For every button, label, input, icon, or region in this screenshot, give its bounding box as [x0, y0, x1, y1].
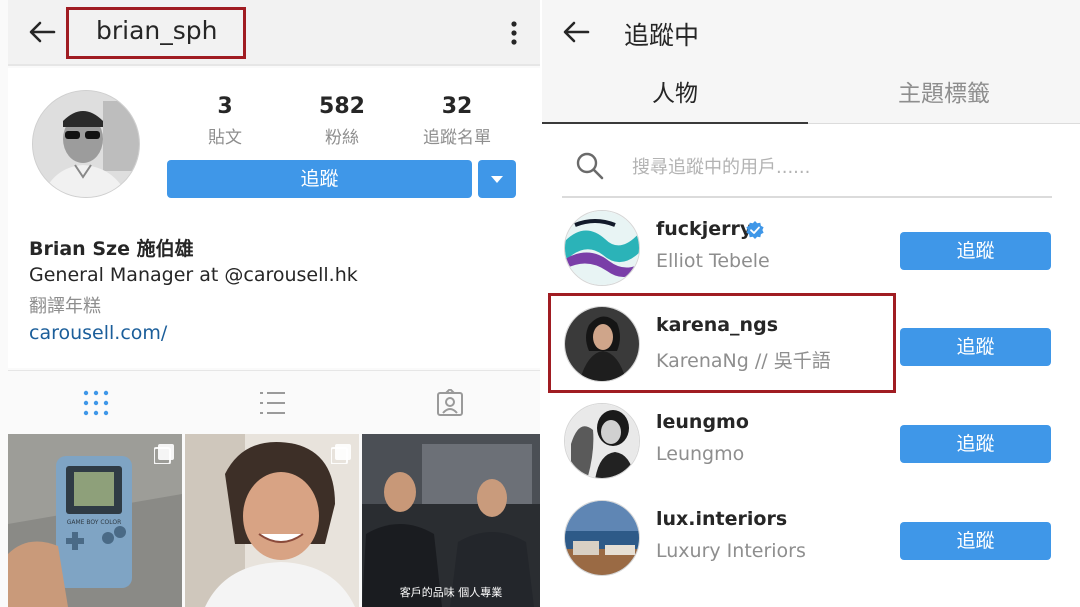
back-arrow-icon[interactable] — [562, 20, 590, 44]
user-full-name: Luxury Interiors — [656, 540, 806, 562]
post-thumbnail-1[interactable]: GAME BOY COLOR — [8, 434, 182, 607]
stat-posts-value: 3 — [217, 94, 233, 119]
follow-button[interactable]: 追蹤 — [900, 328, 1051, 366]
following-row[interactable]: leungmo Leungmo 追蹤 — [542, 393, 1080, 489]
user-avatar[interactable] — [564, 210, 640, 286]
gameboy-label: GAME BOY COLOR — [67, 519, 122, 526]
grid-icon[interactable] — [82, 389, 110, 417]
search-icon — [576, 152, 604, 180]
back-arrow-icon[interactable] — [28, 20, 56, 44]
stat-following-label: 追蹤名單 — [423, 128, 491, 148]
stat-following[interactable]: 32 追蹤名單 — [402, 94, 512, 148]
list-icon[interactable] — [258, 389, 286, 417]
tab-people[interactable]: 人物 — [542, 64, 808, 124]
verified-badge-icon — [746, 221, 764, 239]
multiple-photos-icon — [331, 444, 351, 464]
following-row[interactable]: lux.interiors Luxury Interiors 追蹤 — [542, 490, 1080, 586]
row-highlight-box — [548, 293, 896, 393]
stat-posts-label: 貼文 — [208, 128, 242, 148]
search-bar — [562, 142, 1052, 198]
username-highlight-box — [66, 7, 246, 59]
bw-avatar-image — [565, 404, 639, 478]
panel-divider — [540, 0, 542, 607]
multiple-photos-icon — [154, 444, 174, 464]
profile-view-tabs — [8, 370, 540, 432]
stat-followers[interactable]: 582 粉絲 — [287, 94, 397, 148]
chevron-down-icon — [491, 176, 503, 183]
follow-button[interactable]: 追蹤 — [900, 522, 1051, 560]
user-handle[interactable]: lux.interiors — [656, 508, 787, 530]
abstract-avatar-image — [565, 211, 639, 285]
stat-followers-label: 粉絲 — [325, 128, 359, 148]
post-thumbnail-2[interactable] — [185, 434, 359, 607]
tv-interview-photo: 客戶的品味 個人專業 — [362, 434, 540, 607]
bio-full-name: Brian Sze 施伯雄 — [29, 238, 194, 260]
video-caption: 客戶的品味 個人專業 — [400, 585, 503, 599]
user-handle[interactable]: fuckjerry — [656, 218, 752, 240]
profile-info: 3 貼文 582 粉絲 32 追蹤名單 追蹤 Brian Sze 施伯雄 Gen… — [8, 68, 540, 368]
user-avatar[interactable] — [564, 500, 640, 576]
search-input[interactable] — [632, 150, 1032, 184]
following-panel: 追蹤中 人物 主題標籤 fuckjerry — [542, 0, 1080, 607]
stat-followers-value: 582 — [319, 94, 365, 119]
interior-avatar-image — [565, 501, 639, 575]
follow-button[interactable]: 追蹤 — [900, 232, 1051, 270]
profile-panel: brian_sph 3 貼文 582 粉絲 32 追蹤名單 追蹤 Brian S… — [0, 0, 540, 607]
user-full-name: Leungmo — [656, 443, 745, 465]
tagged-icon[interactable] — [436, 389, 464, 417]
screenshot-root: brian_sph 3 貼文 582 粉絲 32 追蹤名單 追蹤 Brian S… — [0, 0, 1080, 607]
bio-website-link[interactable]: carousell.com/ — [29, 322, 167, 344]
tab-hashtags[interactable]: 主題標籤 — [808, 64, 1080, 124]
following-row[interactable]: fuckjerry Elliot Tebele 追蹤 — [542, 200, 1080, 296]
profile-avatar[interactable] — [32, 90, 140, 198]
following-header: 追蹤中 — [542, 0, 1080, 64]
bio-text: General Manager at @carousell.hk — [29, 264, 358, 286]
user-full-name: Elliot Tebele — [656, 250, 770, 272]
post-thumbnail-3[interactable]: 客戶的品味 個人專業 — [362, 434, 540, 607]
stat-following-value: 32 — [441, 94, 473, 119]
user-handle[interactable]: leungmo — [656, 411, 749, 433]
more-options-icon[interactable] — [510, 20, 518, 46]
page-title: 追蹤中 — [624, 21, 700, 50]
follow-button[interactable]: 追蹤 — [900, 425, 1051, 463]
avatar-photo — [33, 91, 139, 197]
stat-posts[interactable]: 3 貼文 — [170, 94, 280, 148]
user-avatar[interactable] — [564, 403, 640, 479]
suggestions-dropdown-button[interactable] — [478, 160, 516, 198]
bio-category: 翻譯年糕 — [29, 296, 101, 317]
follow-button[interactable]: 追蹤 — [167, 160, 472, 198]
